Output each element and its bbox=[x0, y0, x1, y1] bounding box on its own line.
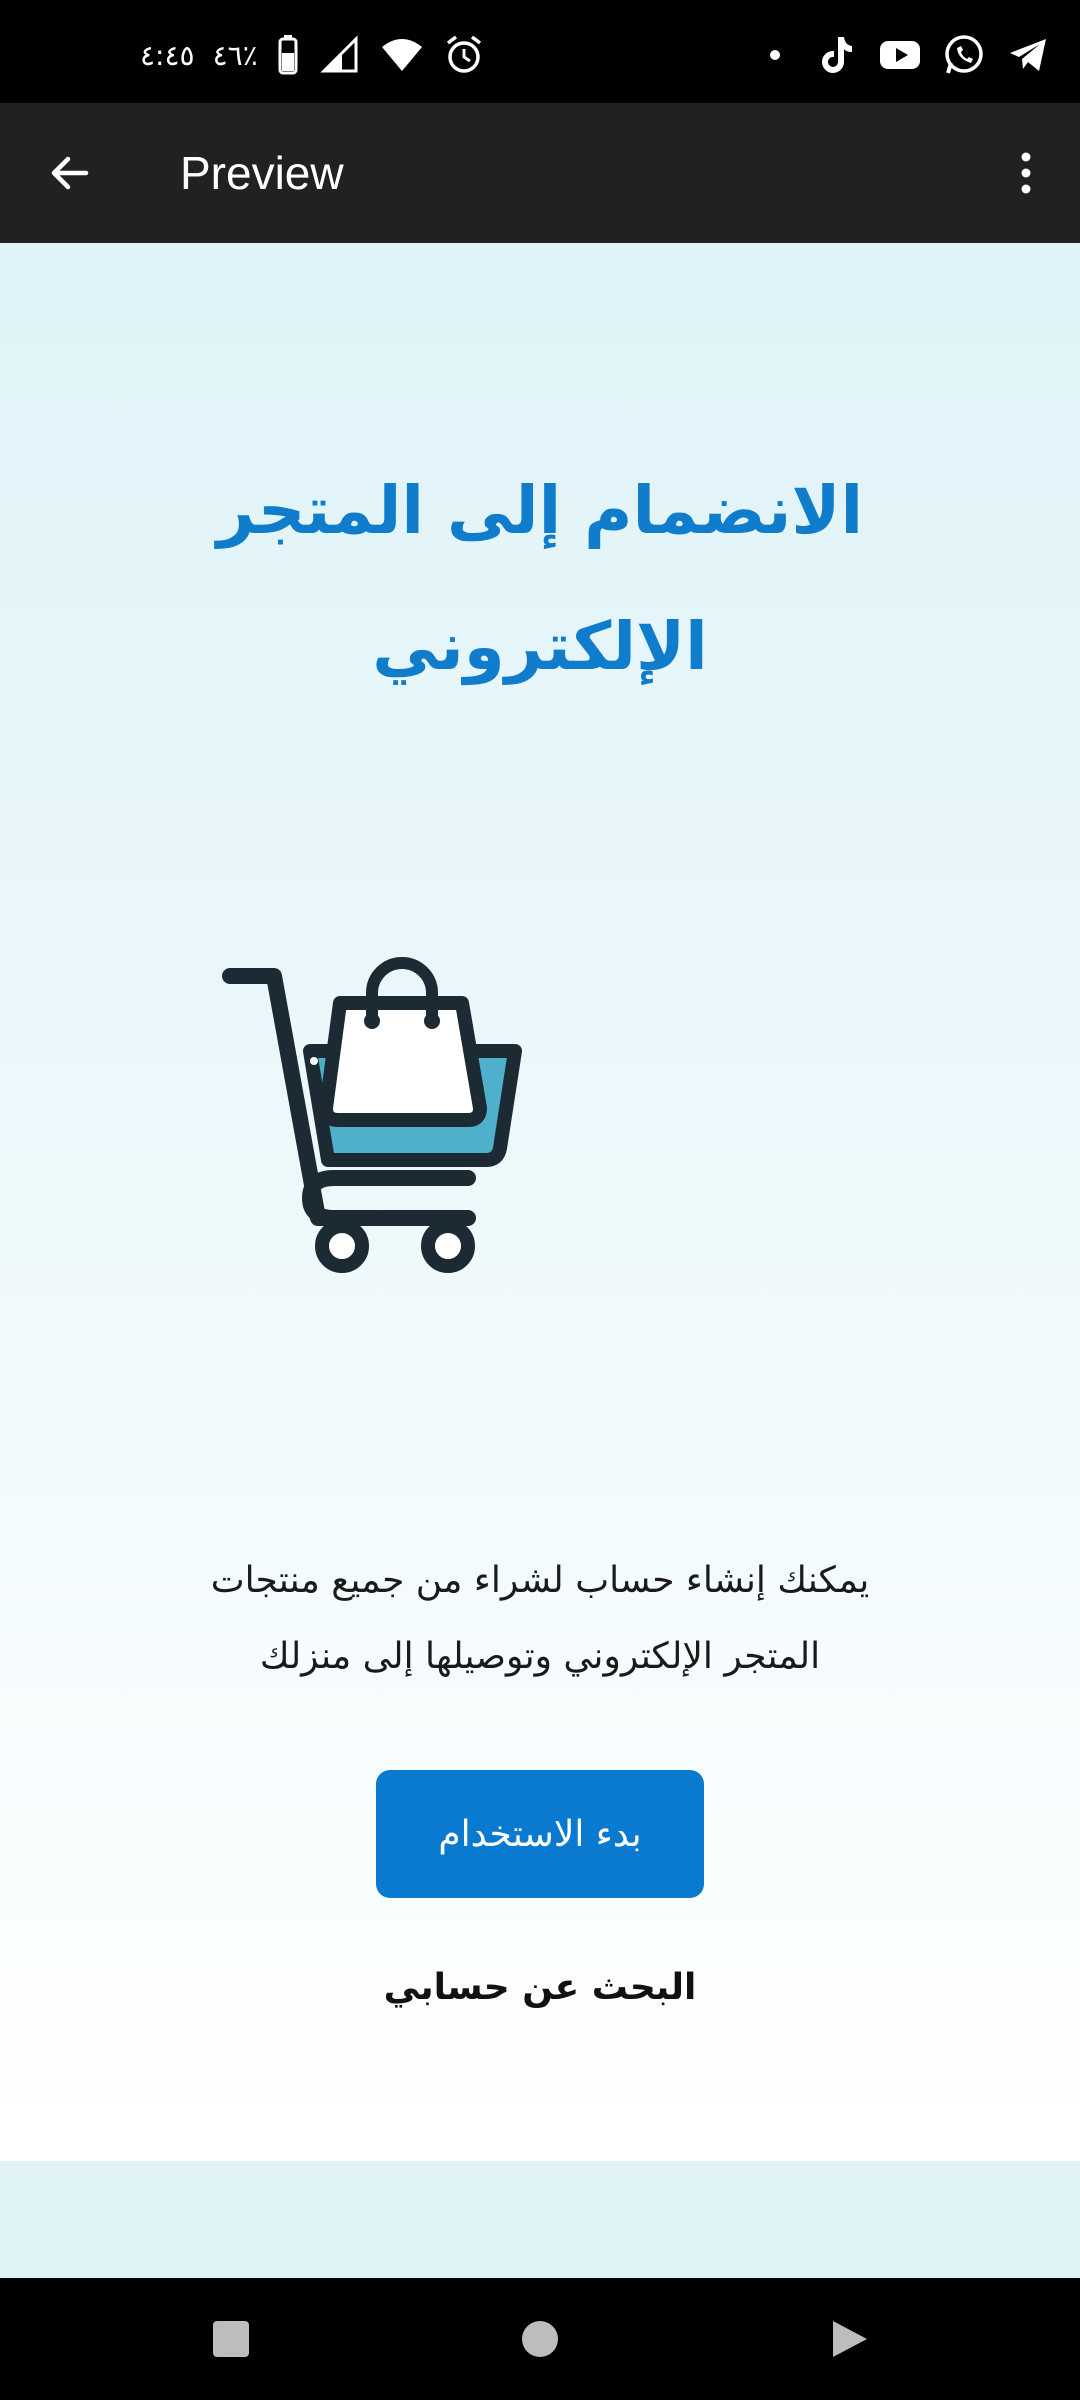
status-left: ٤:٤٥ ٤٦٪ bbox=[140, 30, 486, 80]
description-text: يمكنك إنشاء حساب لشراء من جميع منتجات ال… bbox=[140, 1543, 940, 1695]
status-right bbox=[770, 30, 1050, 80]
title-line-1: الانضمام إلى المتجر bbox=[216, 472, 864, 549]
page-title: الانضمام إلى المتجر الإلكتروني bbox=[90, 443, 990, 715]
start-using-button[interactable]: بدء الاستخدام bbox=[376, 1770, 704, 1898]
signal-icon bbox=[318, 33, 362, 77]
tiktok-icon bbox=[814, 33, 858, 77]
status-bar: ٤:٤٥ ٤٦٪ bbox=[0, 0, 1080, 103]
youtube-icon bbox=[878, 33, 922, 77]
description-line-2: المتجر الإلكتروني وتوصيلها إلى منزلك bbox=[259, 1636, 821, 1677]
wifi-icon bbox=[380, 33, 424, 77]
app-toolbar: Preview bbox=[0, 103, 1080, 243]
bottom-strip bbox=[0, 2161, 1080, 2278]
notification-dot-icon bbox=[770, 50, 780, 60]
arrow-back-icon[interactable] bbox=[36, 139, 104, 207]
shopping-cart-icon bbox=[222, 948, 522, 1278]
back-triangle-icon[interactable] bbox=[818, 2308, 880, 2370]
more-vert-icon[interactable] bbox=[992, 139, 1060, 207]
toolbar-title: Preview bbox=[180, 147, 344, 199]
find-my-account-link[interactable]: البحث عن حسابي bbox=[290, 1953, 790, 2023]
recent-apps-icon[interactable] bbox=[200, 2308, 262, 2370]
system-nav-bar bbox=[0, 2278, 1080, 2400]
description-line-1: يمكنك إنشاء حساب لشراء من جميع منتجات bbox=[210, 1560, 870, 1601]
home-icon[interactable] bbox=[509, 2308, 571, 2370]
telegram-icon bbox=[1006, 33, 1050, 77]
alarm-icon bbox=[442, 33, 486, 77]
battery-percent: ٤٦٪ bbox=[212, 38, 258, 72]
title-line-2: الإلكتروني bbox=[372, 608, 708, 685]
whatsapp-icon bbox=[942, 33, 986, 77]
status-time: ٤:٤٥ bbox=[140, 38, 195, 72]
battery-icon bbox=[276, 33, 300, 77]
onboarding-content: الانضمام إلى المتجر الإلكتروني يمكنك إنش… bbox=[0, 243, 1080, 2161]
